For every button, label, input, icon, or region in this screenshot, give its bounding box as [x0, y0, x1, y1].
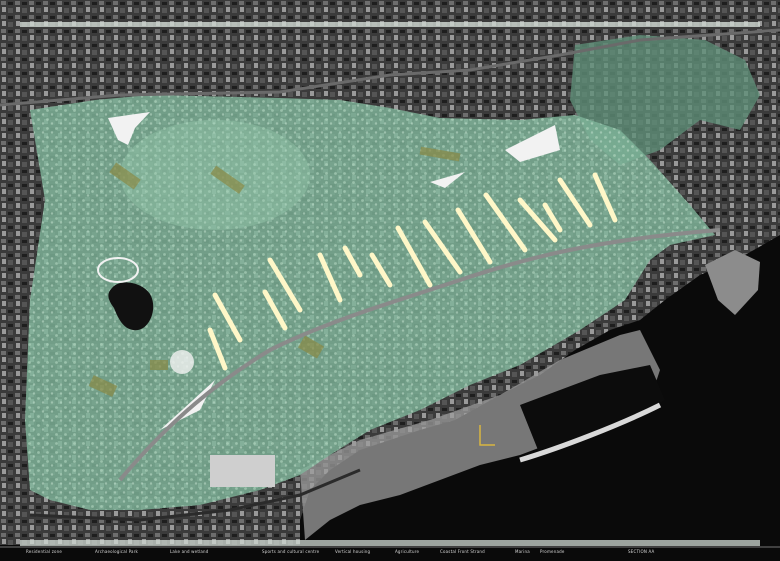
legend-label-coastal-front: Coastal Front Strand [440, 549, 485, 554]
aerial-plan-canvas[interactable] [0, 0, 780, 561]
legend-label-section: SECTION AA [628, 549, 655, 554]
site-plan-map[interactable]: Residential zone Archaeological Park Lak… [0, 0, 780, 561]
legend-label-agriculture: Agriculture [395, 549, 420, 554]
sports-centre [210, 455, 275, 487]
legend-label-promenade: Promenade [540, 549, 565, 554]
section-strip-top [20, 22, 760, 27]
legend-label-vertical-housing: Vertical housing [335, 549, 371, 554]
legend-label-residential: Residential zone [26, 549, 63, 554]
legend-label-lake: Lake and wetland [170, 549, 209, 554]
legend-label-archaeological-park: Archaeological Park [95, 549, 139, 554]
legend-label-sports-centre: Sports and cultural centre [262, 549, 320, 554]
legend-label-marina: Marina [515, 549, 530, 554]
section-strip-bottom [20, 540, 760, 546]
